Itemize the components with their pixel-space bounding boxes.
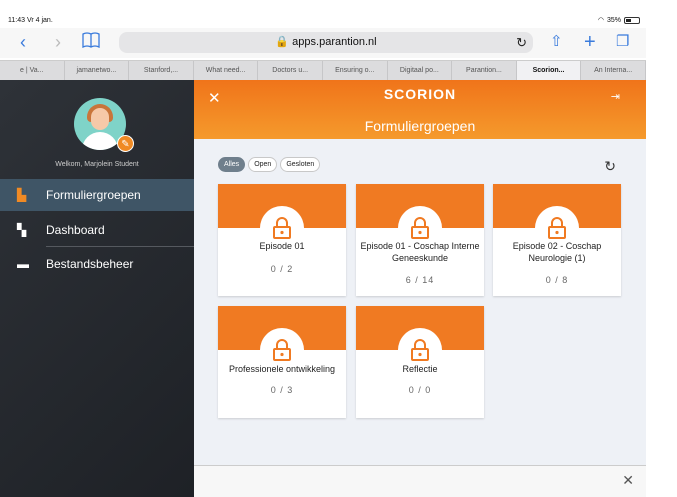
card-count: 6 / 14 bbox=[405, 275, 435, 285]
bookmarks-icon[interactable] bbox=[82, 32, 100, 53]
reload-icon[interactable]: ↻ bbox=[516, 32, 527, 53]
lock-icon: 🔒 bbox=[275, 36, 290, 48]
app-header: ✕ SCORION Formuliergroepen ⇥ bbox=[194, 80, 646, 139]
bottom-toolbar: ✕ bbox=[194, 465, 646, 497]
browser-tab[interactable]: e | Va... bbox=[0, 61, 65, 80]
right-gutter bbox=[646, 0, 677, 497]
card-count: 0 / 8 bbox=[545, 275, 569, 285]
browser-tab[interactable]: Stanford,... bbox=[129, 61, 194, 80]
filter-group: Alles Open Gesloten bbox=[218, 157, 321, 172]
edit-profile-icon[interactable]: ✎ bbox=[117, 135, 134, 152]
refresh-icon[interactable]: ↻ bbox=[604, 158, 616, 175]
browser-tab[interactable]: What need... bbox=[194, 61, 259, 80]
tabs-overview-icon[interactable]: ❐ bbox=[616, 32, 629, 52]
wifi-icon: ◠ bbox=[597, 17, 604, 24]
filter-open[interactable]: Open bbox=[248, 157, 278, 172]
main-content: ✕ SCORION Formuliergroepen ⇥ Alles Open … bbox=[194, 80, 646, 465]
forward-icon[interactable]: › bbox=[55, 32, 61, 52]
filter-gesloten[interactable]: Gesloten bbox=[280, 157, 321, 172]
sidebar-item-label: Dashboard bbox=[46, 223, 105, 237]
card-count: 0 / 0 bbox=[408, 385, 432, 395]
screen: 11:43 Vr 4 jan. ◠ 35% ‹ › 🔒 apps.paranti… bbox=[0, 0, 677, 497]
group-card[interactable]: Episode 01 - Coschap Interne Geneeskunde… bbox=[356, 184, 484, 296]
group-card[interactable]: Episode 01 0 / 2 bbox=[218, 184, 346, 296]
back-icon[interactable]: ‹ bbox=[20, 32, 26, 52]
battery-icon bbox=[624, 16, 640, 24]
folder-icon: ▬ bbox=[17, 257, 29, 271]
browser-toolbar: ‹ › 🔒 apps.parantion.nl ↻ ⇧ + ❐ bbox=[0, 28, 646, 58]
logo: SCORION bbox=[383, 86, 457, 102]
browser-tab-strip: e | Va... jamanetwo... Stanford,... What ne… bbox=[0, 60, 646, 80]
dashboard-icon: ▚ bbox=[17, 223, 27, 237]
address-bar[interactable]: 🔒 apps.parantion.nl ↻ bbox=[119, 32, 533, 53]
briefcase-icon: ▙ bbox=[17, 188, 27, 202]
browser-tab[interactable]: Ensuring o... bbox=[323, 61, 388, 80]
card-count: 0 / 2 bbox=[270, 264, 294, 274]
browser-tab[interactable]: Doctors u... bbox=[258, 61, 323, 80]
card-title: Episode 01 - Coschap Interne Geneeskunde bbox=[360, 241, 480, 263]
sidebar: ✎ Welkom, Marjolein Student ▙ Formulierg… bbox=[0, 80, 194, 497]
card-title: Episode 02 - Coschap Neurologie (1) bbox=[512, 241, 602, 263]
sidebar-item-formuliergroepen[interactable]: ▙ Formuliergroepen bbox=[0, 179, 194, 211]
card-title: Professionele ontwikkeling bbox=[228, 364, 336, 374]
card-count: 0 / 3 bbox=[270, 385, 294, 395]
status-bar: 11:43 Vr 4 jan. ◠ 35% bbox=[0, 15, 646, 27]
new-tab-icon[interactable]: + bbox=[584, 32, 596, 52]
group-card[interactable]: Reflectie 0 / 0 bbox=[356, 306, 484, 418]
card-title: Reflectie bbox=[402, 364, 438, 374]
welcome-text: Welkom, Marjolein Student bbox=[55, 161, 139, 168]
group-card[interactable]: Professionele ontwikkeling 0 / 3 bbox=[218, 306, 346, 418]
battery-percent: 35% bbox=[606, 16, 621, 24]
share-icon[interactable]: ⇧ bbox=[550, 32, 563, 52]
sidebar-divider bbox=[46, 246, 194, 247]
page-title: Formuliergroepen bbox=[364, 118, 476, 134]
sidebar-item-label: Bestandsbeheer bbox=[46, 257, 134, 271]
status-right: ◠ 35% bbox=[598, 16, 640, 24]
browser-tab[interactable]: jamanetwo... bbox=[65, 61, 130, 80]
sidebar-item-dashboard[interactable]: ▚ Dashboard bbox=[0, 214, 194, 246]
browser-tab[interactable]: Digitaal po... bbox=[388, 61, 453, 80]
filter-alles[interactable]: Alles bbox=[218, 157, 246, 172]
url-text: apps.parantion.nl bbox=[292, 36, 377, 48]
status-time: 11:43 Vr 4 jan. bbox=[8, 17, 53, 24]
browser-tab[interactable]: Scorion... bbox=[516, 61, 582, 80]
logout-icon[interactable]: ⇥ bbox=[611, 90, 620, 103]
sidebar-item-bestandsbeheer[interactable]: ▬ Bestandsbeheer bbox=[0, 248, 194, 280]
card-title: Episode 01 bbox=[259, 241, 305, 251]
browser-tab[interactable]: Parantion... bbox=[452, 61, 517, 80]
close-icon[interactable]: ✕ bbox=[622, 472, 634, 489]
group-card[interactable]: Episode 02 - Coschap Neurologie (1) 0 / … bbox=[493, 184, 621, 296]
browser-tab[interactable]: An Interna... bbox=[581, 61, 646, 80]
sidebar-item-label: Formuliergroepen bbox=[46, 188, 141, 202]
